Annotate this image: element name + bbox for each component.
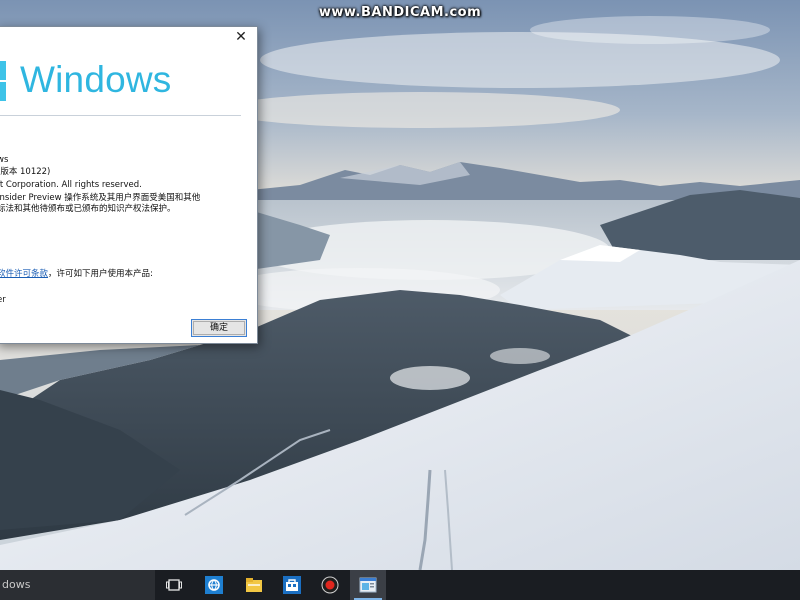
- trademark-text-line1: Insider Preview 操作系统及其用户界面受美国和其他: [0, 193, 201, 203]
- license-terms-link[interactable]: 软件许可条款: [0, 269, 48, 279]
- taskbar-winver[interactable]: [350, 570, 386, 600]
- search-placeholder: dows: [2, 578, 31, 591]
- trademark-text-line2: 标法和其他待颁布或已颁布的知识产权法保护。: [0, 204, 176, 214]
- store-icon: [283, 576, 301, 594]
- about-window-icon: [359, 577, 377, 593]
- copyright-text: ft Corporation. All rights reserved.: [0, 180, 142, 190]
- task-view-button[interactable]: [156, 570, 192, 600]
- taskbar: dows: [0, 570, 800, 600]
- taskbar-file-explorer[interactable]: [236, 570, 272, 600]
- file-explorer-icon: [246, 578, 262, 592]
- ok-button[interactable]: 确定: [191, 319, 247, 337]
- taskbar-bandicam[interactable]: [312, 570, 348, 600]
- windows-wordmark: Windows: [20, 59, 172, 100]
- task-view-icon: [166, 579, 182, 591]
- product-name: ws: [0, 155, 9, 165]
- licensee-name: er: [0, 295, 6, 305]
- license-text: 软件许可条款，许可如下用户使用本产品:: [0, 269, 153, 280]
- license-text-rest: ，许可如下用户使用本产品:: [48, 269, 153, 279]
- divider: [0, 115, 241, 116]
- taskbar-browser[interactable]: [196, 570, 232, 600]
- windows-flag-icon: [0, 61, 6, 102]
- record-icon: [321, 576, 339, 594]
- search-box[interactable]: dows: [0, 570, 155, 600]
- about-windows-dialog: ✕ Windows ws (版本 10122) ft Corporation. …: [0, 26, 258, 344]
- ie-browser-icon: [205, 576, 223, 594]
- version-text: (版本 10122): [0, 167, 51, 177]
- bandicam-watermark: www.BANDICAM.com: [318, 5, 482, 20]
- windows-logo: Windows: [0, 57, 257, 107]
- taskbar-store[interactable]: [274, 570, 310, 600]
- close-icon[interactable]: ✕: [233, 29, 249, 45]
